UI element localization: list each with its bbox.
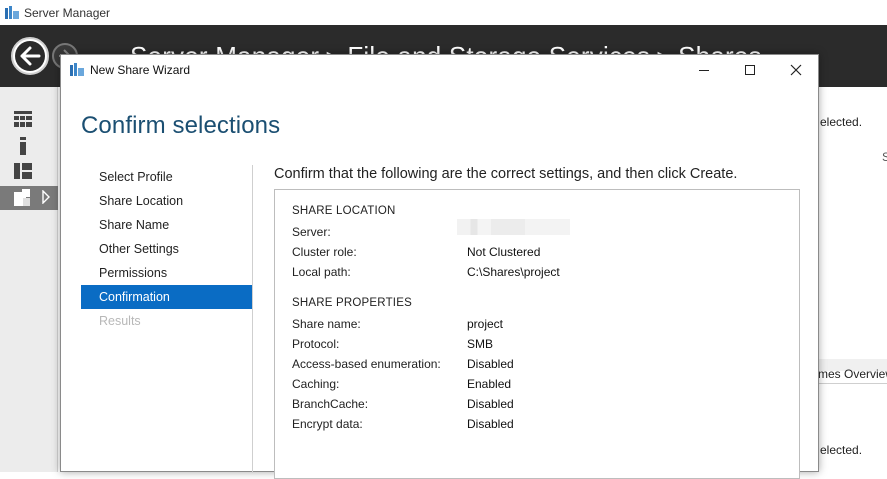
share-name-value: project [467,317,504,331]
page-title: Confirm selections [81,112,281,139]
wizard-title: New Share Wizard [90,63,191,77]
selected-text-top: elected. [820,115,863,129]
protocol-value: SMB [467,337,494,351]
maximize-icon [745,65,755,75]
cluster-role-value: Not Clustered [467,245,541,259]
server-manager-titlebar: Server Manager [0,0,887,25]
wizard-app-icon [70,63,84,76]
protocol-label: Protocol: [292,337,340,351]
server-label: Server: [292,225,331,239]
step-other-settings[interactable]: Other Settings [81,237,252,261]
server-manager-content-edge [818,87,887,472]
encrypt-data-value: Disabled [467,417,514,431]
step-confirmation[interactable]: Confirmation [81,285,252,309]
minimize-button[interactable] [681,55,727,85]
selected-text-bottom: elected. [820,443,863,457]
step-permissions[interactable]: Permissions [81,261,252,285]
step-results: Results [99,314,141,328]
close-button[interactable] [773,55,819,85]
access-based-enumeration-label: Access-based enumeration: [292,357,441,371]
caching-value: Enabled [467,377,512,391]
arrow-left-icon [15,41,45,71]
server-value-redacted [457,219,570,235]
back-button[interactable] [11,37,49,75]
access-based-enumeration-value: Disabled [467,357,514,371]
step-share-location[interactable]: Share Location [81,189,252,213]
server-manager-title: Server Manager [24,6,111,20]
step-share-name[interactable]: Share Name [81,213,252,237]
close-icon [790,64,802,76]
cluster-role-label: Cluster role: [292,245,357,259]
file-services-icon [14,189,34,207]
truncated-text: S [882,150,887,164]
confirmation-summary: SHARE LOCATION Server: Cluster role: Not… [274,189,800,479]
divider [818,383,887,384]
wizard-steps: Select Profile Share Location Share Name… [81,165,252,333]
caching-label: Caching: [292,377,340,391]
share-properties-heading: SHARE PROPERTIES [292,297,412,309]
server-manager-nav [0,87,58,472]
volumes-overview-link[interactable]: mes Overview [818,367,887,381]
server-manager-app-icon [5,6,19,19]
branchcache-value: Disabled [467,397,514,411]
file-storage-services-nav-item[interactable] [0,186,58,210]
new-share-wizard-window: New Share Wizard Confirm selections Sele… [60,54,819,479]
maximize-button[interactable] [727,55,773,85]
steps-divider [252,165,253,473]
local-server-icon[interactable] [14,137,34,155]
minimize-icon [699,70,709,71]
local-path-label: Local path: [292,265,351,279]
dashboard-icon[interactable] [14,111,34,129]
branchcache-label: BranchCache: [292,397,369,411]
share-name-label: Share name: [292,317,361,331]
wizard-titlebar[interactable]: New Share Wizard [61,55,818,85]
step-select-profile[interactable]: Select Profile [81,165,252,189]
encrypt-data-label: Encrypt data: [292,417,363,431]
all-servers-icon[interactable] [14,163,34,181]
chevron-right-icon[interactable] [42,189,50,209]
confirmation-instruction: Confirm that the following are the corre… [274,166,738,182]
share-location-heading: SHARE LOCATION [292,205,396,217]
local-path-value: C:\Shares\project [467,265,560,279]
